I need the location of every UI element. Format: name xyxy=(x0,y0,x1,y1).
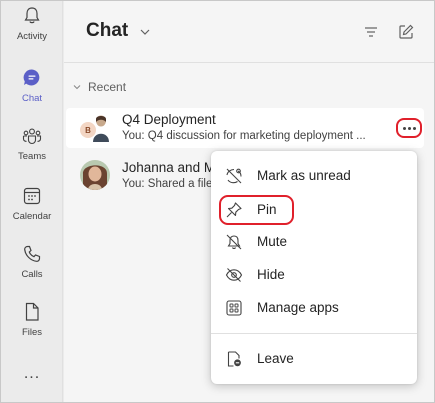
group-avatar: B xyxy=(80,114,110,144)
rail-label-teams: Teams xyxy=(18,151,46,162)
menu-label: Leave xyxy=(257,351,294,366)
more-apps-button[interactable]: ... xyxy=(1,365,63,383)
mute-bell-icon xyxy=(226,234,242,250)
dot xyxy=(412,126,416,130)
menu-divider xyxy=(211,333,417,334)
menu-label: Manage apps xyxy=(257,300,339,315)
chevron-down-icon[interactable] xyxy=(138,25,152,39)
chat-header: Chat xyxy=(64,1,434,63)
menu-item-hide[interactable]: Hide xyxy=(211,259,417,291)
recent-section-toggle[interactable]: Recent xyxy=(72,80,126,94)
file-icon xyxy=(25,302,39,321)
chat-context-menu: Mark as unread Pin Mute Hide Manage apps… xyxy=(211,151,417,384)
hide-eye-icon xyxy=(225,268,243,282)
phone-icon xyxy=(24,245,41,262)
app-rail: Activity Chat Teams Calendar Calls Files… xyxy=(1,1,63,402)
leave-icon xyxy=(227,351,241,367)
filter-button[interactable] xyxy=(361,22,381,42)
rail-item-chat[interactable]: Chat xyxy=(1,67,63,119)
new-chat-button[interactable] xyxy=(396,22,416,42)
caret-down-icon xyxy=(73,85,81,90)
rail-label-calendar: Calendar xyxy=(12,211,52,222)
chat-icon xyxy=(23,69,40,86)
menu-item-mute[interactable]: Mute xyxy=(211,226,417,258)
rail-label-activity: Activity xyxy=(16,31,48,42)
menu-label: Mute xyxy=(257,234,288,249)
menu-label: Mark as unread xyxy=(257,168,351,183)
menu-item-manage-apps[interactable]: Manage apps xyxy=(211,292,417,324)
person-photo-icon xyxy=(93,115,109,142)
rail-label-chat: Chat xyxy=(21,93,43,104)
mark-unread-icon xyxy=(226,168,242,184)
dot xyxy=(402,126,406,130)
menu-item-mark-unread[interactable]: Mark as unread xyxy=(211,160,417,192)
rail-label-files: Files xyxy=(21,327,43,338)
chat-item-q4-deployment[interactable]: B Q4 Deployment You: Q4 discussion for m… xyxy=(66,108,424,148)
chat-preview: You: Q4 discussion for marketing deploym… xyxy=(122,130,366,142)
rail-item-calls[interactable]: Calls xyxy=(1,243,63,295)
menu-label: Hide xyxy=(257,267,285,282)
rail-item-files[interactable]: Files xyxy=(1,301,63,353)
rail-item-teams[interactable]: Teams xyxy=(1,125,63,177)
dot xyxy=(407,126,411,130)
calendar-icon xyxy=(23,187,41,205)
chat-title: Q4 Deployment xyxy=(122,112,216,127)
teams-icon xyxy=(22,128,42,145)
rail-item-calendar[interactable]: Calendar xyxy=(1,185,63,237)
apps-grid-icon xyxy=(226,300,242,316)
rail-label-calls: Calls xyxy=(21,269,43,280)
bell-icon xyxy=(24,7,40,24)
page-title[interactable]: Chat xyxy=(86,20,128,42)
rail-item-activity[interactable]: Activity xyxy=(1,5,63,57)
section-label-recent: Recent xyxy=(88,80,127,94)
pin-highlight-outline xyxy=(219,195,294,225)
filter-icon xyxy=(365,27,377,37)
avatar xyxy=(80,160,110,190)
menu-item-leave[interactable]: Leave xyxy=(211,343,417,375)
compose-icon xyxy=(399,24,414,39)
chat-more-options-button[interactable] xyxy=(396,118,422,138)
person-photo-icon xyxy=(80,160,110,190)
